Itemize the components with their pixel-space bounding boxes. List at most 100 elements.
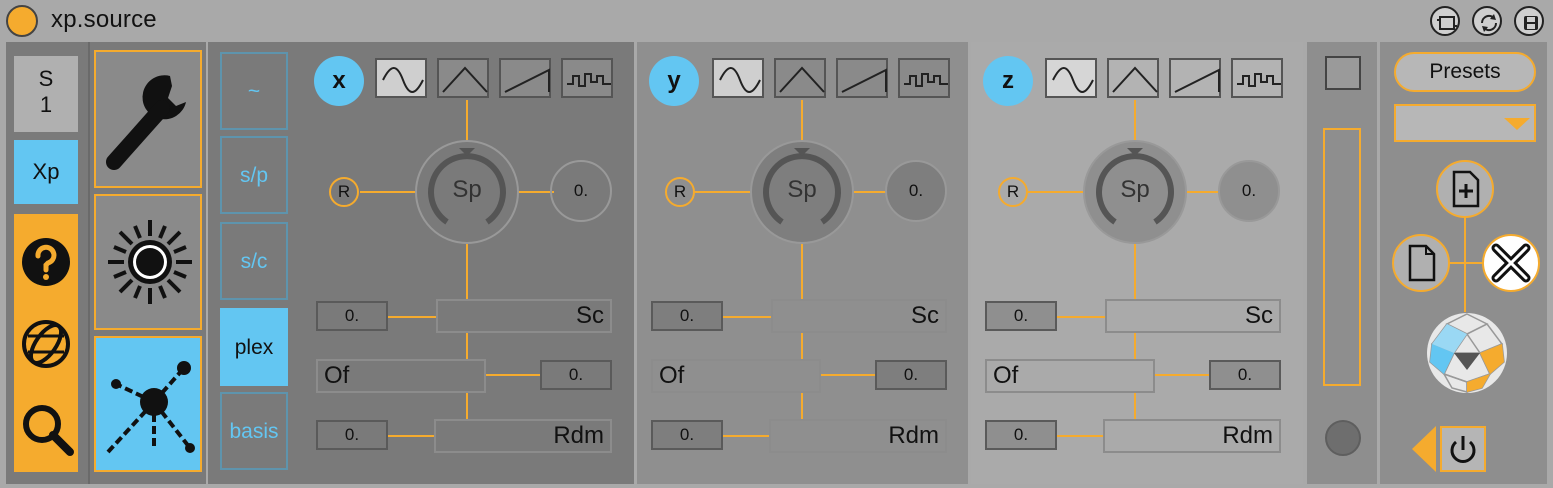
speed-dial[interactable]: Sp bbox=[750, 140, 854, 244]
triangle-wave-icon bbox=[442, 66, 488, 93]
close-icon bbox=[1491, 243, 1531, 283]
waveform-random-button[interactable] bbox=[898, 58, 950, 98]
power-icon bbox=[1450, 436, 1476, 463]
device-activator-button[interactable] bbox=[6, 5, 38, 37]
settings-button[interactable] bbox=[94, 50, 202, 188]
waveform-saw-button[interactable] bbox=[1169, 58, 1221, 98]
title-bar: xp.source bbox=[0, 0, 1553, 42]
mode-button-sc[interactable]: s/c bbox=[220, 222, 288, 300]
random-value[interactable]: 0. bbox=[316, 420, 388, 450]
speed-value[interactable]: 0. bbox=[1218, 160, 1280, 222]
freeze-button[interactable] bbox=[1430, 6, 1460, 36]
lfo-z-panel: z R Sp 0. 0. Sc Of 0. 0. Rdm bbox=[971, 42, 1303, 484]
speed-label: Sp bbox=[787, 176, 817, 203]
reset-button[interactable]: R bbox=[665, 177, 695, 207]
wrench-icon bbox=[106, 75, 186, 170]
triangle-wave-icon bbox=[779, 66, 825, 93]
waveform-saw-button[interactable] bbox=[499, 58, 551, 98]
scale-value[interactable]: 0. bbox=[985, 301, 1057, 331]
power-button[interactable] bbox=[1440, 426, 1486, 472]
scene-select-button[interactable]: S 1 bbox=[14, 56, 78, 132]
lfo-letter: x bbox=[314, 56, 364, 106]
sine-wave-icon bbox=[1052, 67, 1094, 93]
network-icon bbox=[106, 361, 195, 454]
load-preset-button[interactable] bbox=[1392, 234, 1450, 292]
help-icon[interactable] bbox=[20, 236, 72, 288]
scale-value[interactable]: 0. bbox=[651, 301, 723, 331]
random-slider[interactable]: Rdm bbox=[769, 419, 947, 453]
mode-label: s/c bbox=[240, 250, 268, 273]
speed-value[interactable]: 0. bbox=[885, 160, 947, 222]
offset-value[interactable]: 0. bbox=[1209, 360, 1281, 390]
random-slider[interactable]: Rdm bbox=[434, 419, 612, 453]
mode-column: ~ s/p s/c plex basis bbox=[208, 42, 300, 484]
file-plus-icon bbox=[1452, 170, 1480, 208]
delete-preset-button[interactable] bbox=[1482, 234, 1540, 292]
display-button[interactable] bbox=[94, 194, 202, 330]
saw-wave-icon bbox=[504, 68, 550, 93]
saw-wave-icon bbox=[841, 68, 887, 93]
sun-icon bbox=[108, 220, 192, 304]
search-icon[interactable] bbox=[20, 402, 76, 458]
reset-button[interactable]: R bbox=[998, 177, 1028, 207]
presets-button[interactable]: Presets bbox=[1394, 52, 1536, 92]
waveform-random-button[interactable] bbox=[1231, 58, 1283, 98]
save-button[interactable] bbox=[1514, 6, 1544, 36]
output-column bbox=[1307, 42, 1377, 484]
refresh-button[interactable] bbox=[1472, 6, 1502, 36]
xp-button[interactable]: Xp bbox=[14, 140, 78, 204]
geodesic-logo bbox=[1427, 313, 1507, 393]
random-value[interactable]: 0. bbox=[651, 420, 723, 450]
speed-dial[interactable]: Sp bbox=[1083, 140, 1187, 244]
scale-slider[interactable]: Sc bbox=[1105, 299, 1281, 333]
waveform-sine-button[interactable] bbox=[375, 58, 427, 98]
mode-label: basis bbox=[229, 420, 279, 443]
mode-label: plex bbox=[234, 336, 274, 359]
waveform-triangle-button[interactable] bbox=[1107, 58, 1159, 98]
lfo-y-panel: y R Sp 0. 0. Sc Of 0. 0. Rdm bbox=[637, 42, 968, 484]
preset-dropdown[interactable] bbox=[1394, 104, 1536, 142]
waveform-saw-button[interactable] bbox=[836, 58, 888, 98]
output-led bbox=[1325, 420, 1361, 456]
random-step-icon bbox=[904, 73, 948, 87]
waveform-triangle-button[interactable] bbox=[774, 58, 826, 98]
random-value[interactable]: 0. bbox=[985, 420, 1057, 450]
tool-column bbox=[88, 42, 206, 484]
globe-icon[interactable] bbox=[20, 318, 72, 370]
speed-value[interactable]: 0. bbox=[550, 160, 612, 222]
scene-label: S bbox=[38, 66, 54, 91]
offset-value[interactable]: 0. bbox=[875, 360, 947, 390]
waveform-sine-button[interactable] bbox=[1045, 58, 1097, 98]
utility-panel bbox=[14, 214, 78, 472]
reset-button[interactable]: R bbox=[329, 177, 359, 207]
sine-wave-icon bbox=[382, 67, 424, 93]
mode-button-tilde[interactable]: ~ bbox=[220, 52, 288, 130]
triangle-left-icon bbox=[1412, 426, 1436, 472]
mode-button-basis[interactable]: basis bbox=[220, 392, 288, 470]
mode-button-plex[interactable]: plex bbox=[220, 308, 288, 386]
scale-slider[interactable]: Sc bbox=[436, 299, 612, 333]
waveform-triangle-button[interactable] bbox=[437, 58, 489, 98]
speed-dial[interactable]: Sp bbox=[415, 140, 519, 244]
refresh-icon bbox=[1480, 14, 1498, 32]
network-button[interactable] bbox=[94, 336, 202, 472]
waveform-sine-button[interactable] bbox=[712, 58, 764, 98]
mode-button-sp[interactable]: s/p bbox=[220, 136, 288, 214]
preset-column: Presets bbox=[1380, 42, 1547, 484]
scale-slider[interactable]: Sc bbox=[771, 299, 947, 333]
offset-slider[interactable]: Of bbox=[316, 359, 486, 393]
waveform-random-button[interactable] bbox=[561, 58, 613, 98]
saw-wave-icon bbox=[1174, 68, 1220, 93]
offset-value[interactable]: 0. bbox=[540, 360, 612, 390]
random-slider[interactable]: Rdm bbox=[1103, 419, 1281, 453]
output-level-slider[interactable] bbox=[1323, 128, 1361, 386]
scale-value[interactable]: 0. bbox=[316, 301, 388, 331]
mode-label: s/p bbox=[239, 164, 268, 187]
file-icon bbox=[1408, 244, 1436, 282]
toggle-checkbox[interactable] bbox=[1325, 56, 1361, 90]
offset-slider[interactable]: Of bbox=[651, 359, 821, 393]
lfo-x-panel: x R Sp 0. 0. Sc Of 0. 0. Rdm bbox=[300, 42, 634, 484]
offset-slider[interactable]: Of bbox=[985, 359, 1155, 393]
new-preset-button[interactable] bbox=[1436, 160, 1494, 218]
freeze-icon bbox=[1437, 16, 1457, 30]
